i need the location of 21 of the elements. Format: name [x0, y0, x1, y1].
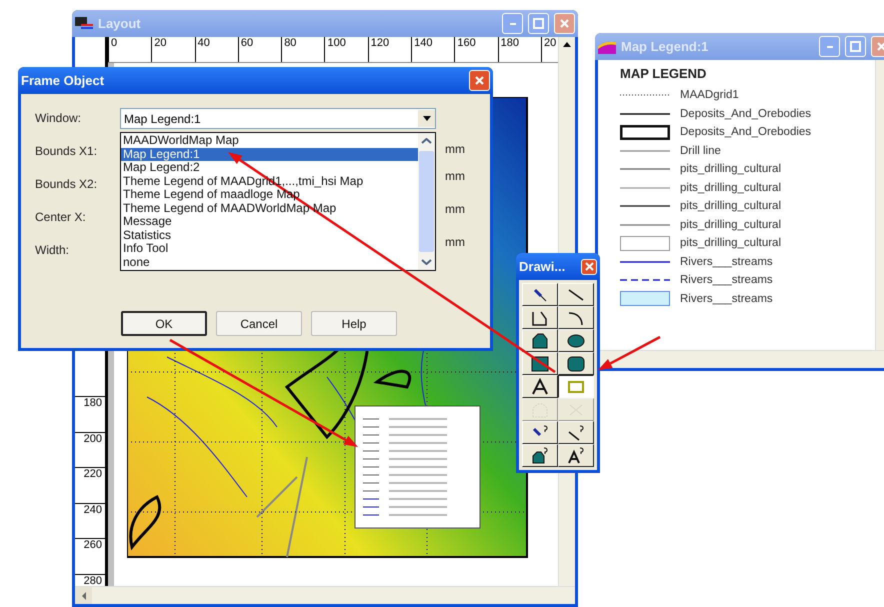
- legend-label: Deposits_And_Orebodies: [680, 108, 812, 120]
- legend-label: Rivers___streams: [680, 256, 773, 268]
- unit-label: mm: [445, 201, 465, 218]
- legend-label: Deposits_And_Orebodies: [680, 126, 812, 138]
- legend-label: Rivers___streams: [680, 292, 773, 305]
- unit-label: mm: [445, 234, 465, 251]
- legend-label: pits_drilling_cultural: [680, 218, 781, 231]
- legend-label: pits_drilling_cultural: [680, 163, 781, 176]
- field-label: Width:: [35, 242, 70, 259]
- toolbar-title: Drawi...: [519, 259, 566, 274]
- legend-label: Drill line: [680, 144, 721, 157]
- legend-label: MAADgrid1: [680, 89, 739, 102]
- legend-label: pits_drilling_cultural: [680, 182, 781, 194]
- legend-label: pits_drilling_cultural: [680, 200, 781, 212]
- unit-label: mm: [445, 168, 465, 185]
- window-title: Map Legend:1: [621, 39, 710, 54]
- legend-heading: MAP LEGEND: [620, 66, 708, 81]
- window-title: Layout: [98, 16, 142, 31]
- legend-label: pits_drilling_cultural: [680, 237, 781, 250]
- unit-label: mm: [445, 141, 465, 157]
- legend-label: Rivers___streams: [680, 274, 773, 286]
